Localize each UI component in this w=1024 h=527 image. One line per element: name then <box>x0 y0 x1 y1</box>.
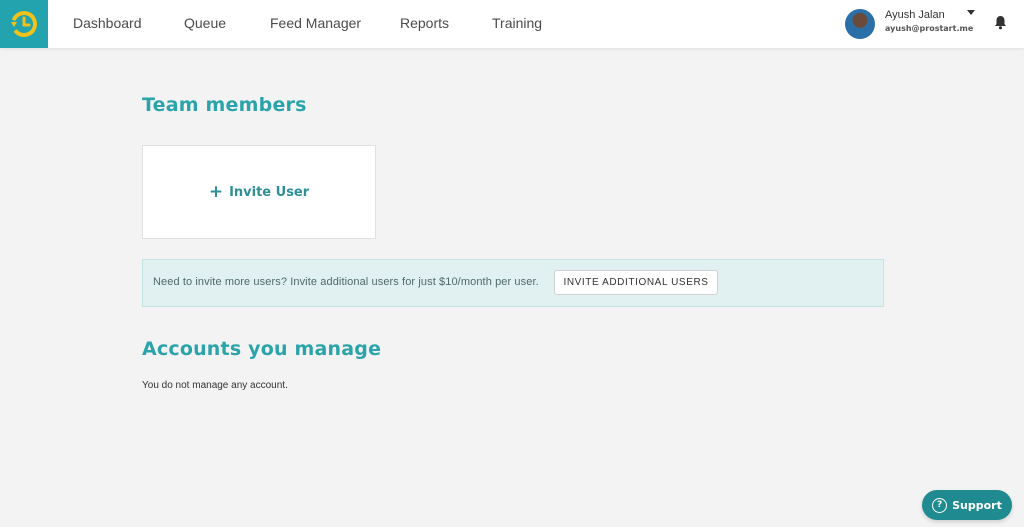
invite-user-label: Invite User <box>229 184 310 200</box>
nav-queue[interactable]: Queue <box>184 15 226 31</box>
app-logo[interactable] <box>0 0 48 48</box>
accounts-you-manage-title: Accounts you manage <box>142 338 382 360</box>
invite-more-banner: Need to invite more users? Invite additi… <box>142 259 884 307</box>
support-label: Support <box>952 498 1002 512</box>
nav-dashboard[interactable]: Dashboard <box>73 15 142 31</box>
clock-history-icon <box>10 11 37 37</box>
invite-additional-users-button[interactable]: INVITE ADDITIONAL USERS <box>554 270 718 295</box>
nav-training[interactable]: Training <box>492 15 542 31</box>
bell-icon[interactable] <box>994 15 1007 30</box>
top-navigation-bar: Dashboard Queue Feed Manager Reports Tra… <box>0 0 1024 48</box>
invite-user-button[interactable]: + Invite User <box>208 181 310 202</box>
no-accounts-message: You do not manage any account. <box>142 380 288 391</box>
chevron-down-icon[interactable] <box>967 10 975 15</box>
support-button[interactable]: ? Support <box>922 490 1012 520</box>
nav-feed-manager[interactable]: Feed Manager <box>270 15 361 31</box>
nav-reports[interactable]: Reports <box>400 15 449 31</box>
plus-icon: + <box>208 181 224 202</box>
team-members-title: Team members <box>142 94 307 116</box>
user-name[interactable]: Ayush Jalan <box>885 9 945 21</box>
user-email: ayush@prostart.me <box>885 24 974 33</box>
question-circle-icon: ? <box>932 497 948 513</box>
invite-user-card[interactable]: + Invite User <box>142 145 376 239</box>
user-avatar[interactable] <box>845 9 875 39</box>
banner-text: Need to invite more users? Invite additi… <box>153 276 539 288</box>
